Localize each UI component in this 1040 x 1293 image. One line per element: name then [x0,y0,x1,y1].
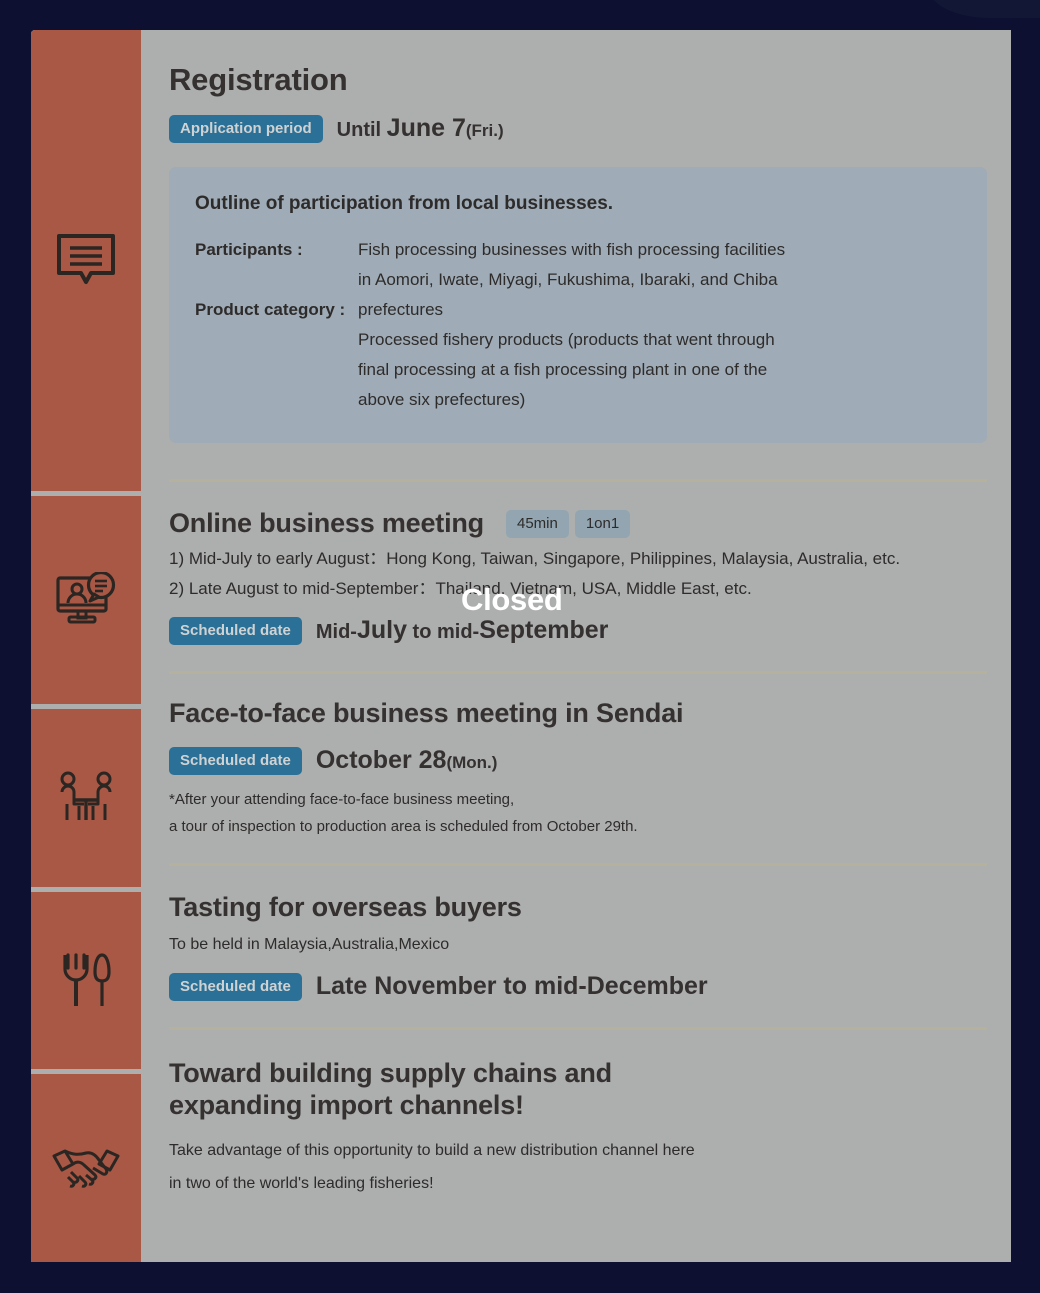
supply-chains-title-line-2: expanding import channels! [169,1090,524,1121]
registration-date-main: June 7 [386,114,466,142]
online-meeting-date-row: Scheduled date Mid-July to mid-September [169,616,987,645]
outline-value-product-line1: prefectures [358,300,444,319]
face-to-face-note-line-2: a tour of inspection to production area … [169,818,638,836]
registration-date-row: Application period Until June 7(Fri.) [169,114,987,143]
outline-spacer-3 [195,355,358,385]
supply-chains-body-line-2: in two of the world's leading fisheries! [169,1174,434,1192]
sidebar-item-online-business-meeting[interactable] [31,496,141,704]
online-meeting-line-2: 2) Late August to mid-September：Thailand… [169,579,752,599]
online-date-main-1: July [356,616,407,645]
face-to-face-note-line-1: *After your attending face-to-face busin… [169,791,515,809]
two-people-at-table-icon [54,770,118,826]
tag-duration: 45min [505,509,569,538]
online-meeting-scheduled-badge: Scheduled date [169,616,302,645]
outline-spacer-4 [195,385,358,415]
tasting-date-row: Scheduled date Late November to mid-Dece… [169,972,987,1001]
face-to-face-date-row: Scheduled date October 28(Mon.) [169,746,987,775]
outline-value-product-line4: above six prefectures) [358,390,526,409]
outline-title: Outline of participation from local busi… [195,193,614,214]
page-root: Registration Application period Until Ju… [0,0,1040,1293]
registration-date-prefix: Until [336,119,382,141]
main-content: Registration Application period Until Ju… [141,30,1011,1262]
sidebar-item-supply-chains[interactable] [31,1074,141,1262]
online-meeting-title: Online business meeting [169,508,484,538]
tasting-scheduled-badge: Scheduled date [169,972,302,1001]
section-registration: Registration Application period Until Ju… [169,30,987,443]
registration-date-suffix: (Fri.) [465,121,504,140]
content-card: Registration Application period Until Ju… [31,30,1011,1262]
decorative-top-curve [930,0,1040,18]
outline-label-participants: Participants : [195,240,303,259]
outline-label-product-category: Product category : [195,300,346,319]
face-to-face-date-suffix: (Mon.) [446,753,498,773]
online-meeting-monitor-icon [54,572,118,628]
tasting-date: Late November to mid-December [315,972,708,1001]
online-meeting-line-1: 1) Mid-July to early August：Hong Kong, T… [169,548,901,568]
tag-format: 1on1 [574,509,631,538]
page-title: Registration [169,62,348,97]
outline-grid: Participants : Fish processing businesse… [195,235,957,415]
tasting-subtitle: To be held in Malaysia,Australia,Mexico [169,936,450,954]
supply-chains-title-line-1: Toward building supply chains and [169,1058,612,1089]
sidebar-item-tasting[interactable] [31,891,141,1070]
online-date-main-2: September [479,616,609,645]
outline-value-product-line3: final processing at a fish processing pl… [358,360,768,379]
tasting-title: Tasting for overseas buyers [169,892,522,923]
face-to-face-date-main: October 28 [315,746,447,775]
section-tasting: Tasting for overseas buyers To be held i… [169,866,987,1001]
online-date-middle: to mid- [406,621,480,644]
fork-and-knife-icon [59,951,113,1009]
registration-date: Until June 7(Fri.) [337,114,504,143]
section-supply-chains: Toward building supply chains and expand… [169,1030,987,1195]
supply-chains-body-line-1: Take advantage of this opportunity to bu… [169,1142,695,1160]
speech-bubble-form-icon [55,233,117,289]
online-date-prefix: Mid- [315,621,357,644]
handshake-icon [49,1142,123,1194]
face-to-face-title: Face-to-face business meeting in Sendai [169,698,684,729]
icon-sidebar [31,30,141,1262]
face-to-face-date: October 28(Mon.) [316,746,498,775]
outline-value-product-line2: Processed fishery products (products tha… [358,330,775,349]
section-online-business-meeting: Online business meeting 45min 1on1 1) Mi… [169,482,987,645]
outline-spacer-2 [195,325,358,355]
section-face-to-face: Face-to-face business meeting in Sendai … [169,674,987,837]
face-to-face-scheduled-badge: Scheduled date [169,746,302,775]
online-meeting-date: Mid-July to mid-September [316,616,609,645]
outline-box: Outline of participation from local busi… [169,167,987,443]
outline-spacer-1 [195,265,358,295]
sidebar-item-face-to-face-meeting[interactable] [31,708,141,887]
application-period-badge: Application period [169,114,323,143]
outline-value-participants-line2: in Aomori, Iwate, Miyagi, Fukushima, Iba… [358,270,778,289]
sidebar-item-registration[interactable] [31,30,141,492]
outline-value-participants-line1: Fish processing businesses with fish pro… [358,240,786,259]
